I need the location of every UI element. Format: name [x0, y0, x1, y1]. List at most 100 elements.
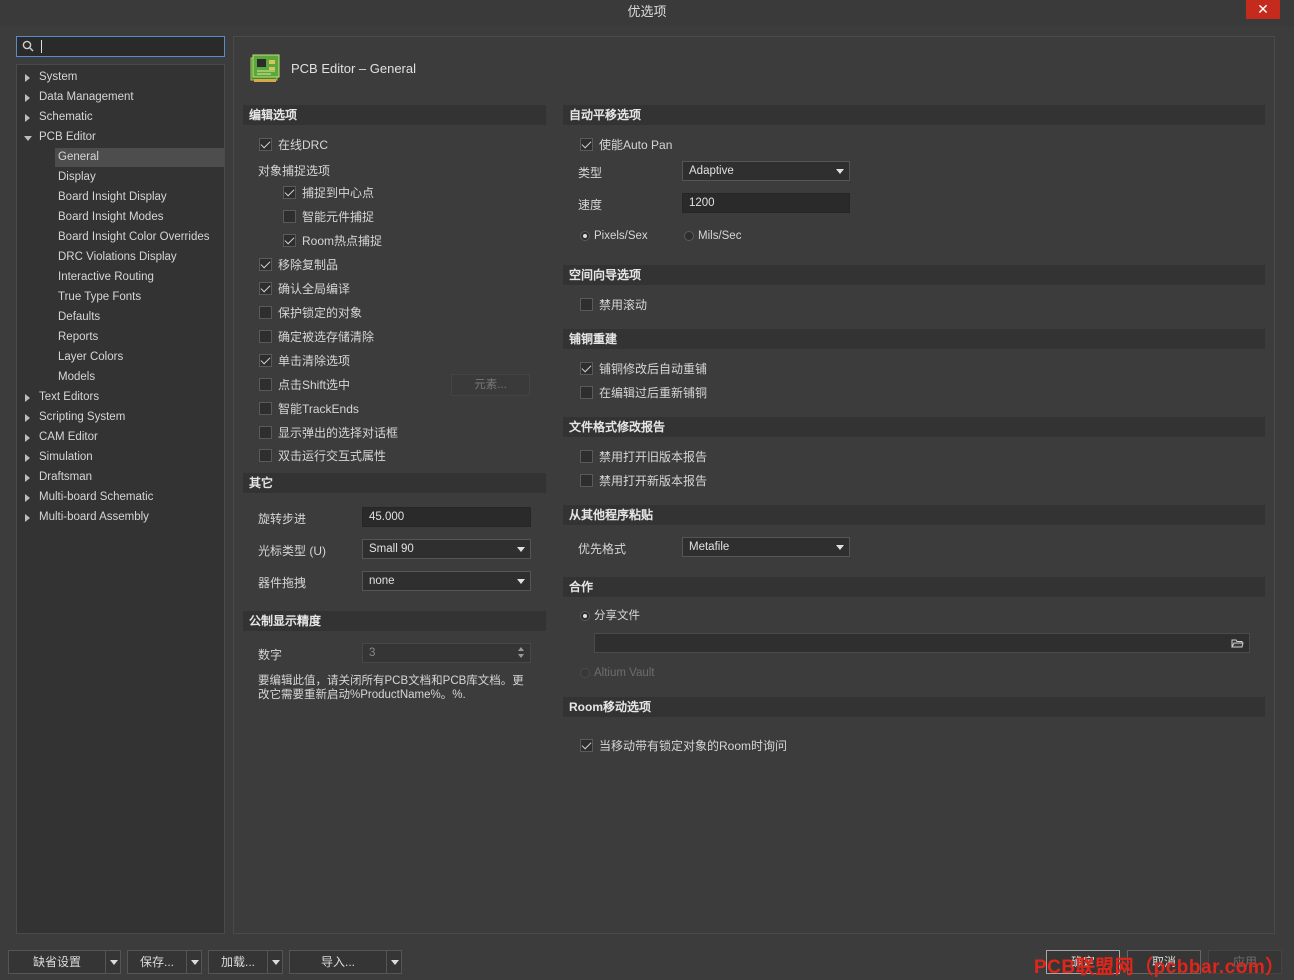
checkbox[interactable]: [259, 449, 272, 462]
rotation-step-input[interactable]: 45.000: [362, 507, 531, 527]
checkbox[interactable]: [283, 210, 296, 223]
spin-up-icon[interactable]: [518, 647, 524, 651]
checkbox[interactable]: [580, 386, 593, 399]
autopan-type-select[interactable]: Adaptive: [682, 161, 850, 181]
section-header-other: 其它: [243, 473, 546, 493]
close-button[interactable]: ✕: [1246, 0, 1280, 19]
tree-item-label: Interactive Routing: [58, 271, 154, 283]
tree-item-text-editors[interactable]: Text Editors: [17, 388, 224, 407]
expand-arrow-icon[interactable]: [25, 454, 30, 462]
tree-item-board-insight-display[interactable]: Board Insight Display: [17, 188, 224, 207]
tree-item-models[interactable]: Models: [17, 368, 224, 387]
primitives-button[interactable]: 元素...: [451, 374, 530, 396]
tree-item-scripting-system[interactable]: Scripting System: [17, 408, 224, 427]
defaults-button[interactable]: 缺省设置: [8, 950, 121, 974]
radio-dot[interactable]: [580, 231, 590, 241]
tree-item-true-type-fonts[interactable]: True Type Fonts: [17, 288, 224, 307]
tree-item-draftsman[interactable]: Draftsman: [17, 468, 224, 487]
checkbox[interactable]: [259, 138, 272, 151]
button-label[interactable]: 加载...: [209, 951, 267, 973]
collapse-arrow-icon[interactable]: [24, 136, 32, 141]
window-title: 优选项: [627, 4, 667, 19]
load-button[interactable]: 加载...: [208, 950, 283, 974]
expand-arrow-icon[interactable]: [25, 494, 30, 502]
expand-arrow-icon[interactable]: [25, 474, 30, 482]
expand-arrow-icon[interactable]: [25, 414, 30, 422]
checkbox[interactable]: [580, 474, 593, 487]
checkbox[interactable]: [259, 330, 272, 343]
tree-item-label: Draftsman: [39, 471, 93, 483]
section-header-file-format-report: 文件格式修改报告: [563, 417, 1265, 437]
chevron-down-icon[interactable]: [272, 960, 280, 965]
chevron-down-icon[interactable]: [110, 960, 118, 965]
checkbox[interactable]: [259, 258, 272, 271]
tree-item-pcb-editor[interactable]: PCB Editor: [17, 128, 224, 147]
button-label[interactable]: 导入...: [290, 951, 386, 973]
tree-item-cam-editor[interactable]: CAM Editor: [17, 428, 224, 447]
cursor-type-select[interactable]: Small 90: [362, 539, 531, 559]
chevron-down-icon[interactable]: [391, 960, 399, 965]
checkbox[interactable]: [283, 186, 296, 199]
chevron-down-icon[interactable]: [191, 960, 199, 965]
tree-item-interactive-routing[interactable]: Interactive Routing: [17, 268, 224, 287]
shared-path-input[interactable]: [594, 633, 1250, 653]
tree-item-label: General: [58, 151, 99, 163]
radio-dot[interactable]: [580, 668, 590, 678]
checkbox-label: 确定被选存储清除: [278, 330, 375, 344]
section-header-space-navigator: 空间向导选项: [563, 265, 1265, 285]
expand-arrow-icon[interactable]: [25, 94, 30, 102]
search-input[interactable]: [16, 36, 225, 57]
autopan-speed-label: 速度: [578, 198, 603, 212]
button-label[interactable]: 缺省设置: [9, 951, 105, 973]
tree-item-label: Schematic: [39, 111, 93, 123]
tree-item-simulation[interactable]: Simulation: [17, 448, 224, 467]
checkbox[interactable]: [259, 378, 272, 391]
tree-item-multi-board-schematic[interactable]: Multi-board Schematic: [17, 488, 224, 507]
tree-item-board-insight-modes[interactable]: Board Insight Modes: [17, 208, 224, 227]
radio-dot[interactable]: [580, 611, 590, 621]
checkbox[interactable]: [580, 739, 593, 752]
spin-down-icon[interactable]: [518, 654, 524, 658]
tree-item-board-insight-color-overrides[interactable]: Board Insight Color Overrides: [17, 228, 224, 247]
section-header-edit-options: 编辑选项: [243, 105, 546, 125]
import-button[interactable]: 导入...: [289, 950, 402, 974]
component-drag-select[interactable]: none: [362, 571, 531, 591]
checkbox[interactable]: [259, 306, 272, 319]
tree-item-label: Multi-board Assembly: [39, 511, 149, 523]
snap-options-label: 对象捕捉选项: [258, 164, 331, 178]
expand-arrow-icon[interactable]: [25, 74, 30, 82]
checkbox[interactable]: [580, 362, 593, 375]
tree-item-general[interactable]: General: [55, 148, 224, 167]
expand-arrow-icon[interactable]: [25, 114, 30, 122]
digits-spinner[interactable]: 3: [362, 643, 531, 663]
tree-item-display[interactable]: Display: [17, 168, 224, 187]
checkbox[interactable]: [259, 426, 272, 439]
tree-item-reports[interactable]: Reports: [17, 328, 224, 347]
radio-dot[interactable]: [684, 231, 694, 241]
checkbox[interactable]: [580, 298, 593, 311]
checkbox[interactable]: [283, 234, 296, 247]
tree-item-system[interactable]: System: [17, 68, 224, 87]
preferences-tree[interactable]: System Data Management Schematic PCB Edi…: [16, 64, 225, 934]
tree-item-data-management[interactable]: Data Management: [17, 88, 224, 107]
tree-item-defaults[interactable]: Defaults: [17, 308, 224, 327]
checkbox[interactable]: [580, 138, 593, 151]
tree-item-layer-colors[interactable]: Layer Colors: [17, 348, 224, 367]
checkbox[interactable]: [259, 354, 272, 367]
checkbox[interactable]: [259, 282, 272, 295]
preferred-format-select[interactable]: Metafile: [682, 537, 850, 557]
save-button[interactable]: 保存...: [127, 950, 202, 974]
expand-arrow-icon[interactable]: [25, 394, 30, 402]
checkbox[interactable]: [259, 402, 272, 415]
button-label[interactable]: 保存...: [128, 951, 186, 973]
folder-open-icon[interactable]: [1231, 637, 1244, 649]
tree-item-multi-board-assembly[interactable]: Multi-board Assembly: [17, 508, 224, 527]
autopan-speed-input[interactable]: 1200: [682, 193, 850, 213]
tree-item-drc-violations-display[interactable]: DRC Violations Display: [17, 248, 224, 267]
tree-item-schematic[interactable]: Schematic: [17, 108, 224, 127]
tree-item-label: DRC Violations Display: [58, 251, 177, 263]
expand-arrow-icon[interactable]: [25, 514, 30, 522]
checkbox[interactable]: [580, 450, 593, 463]
expand-arrow-icon[interactable]: [25, 434, 30, 442]
chevron-down-icon: [517, 547, 525, 552]
